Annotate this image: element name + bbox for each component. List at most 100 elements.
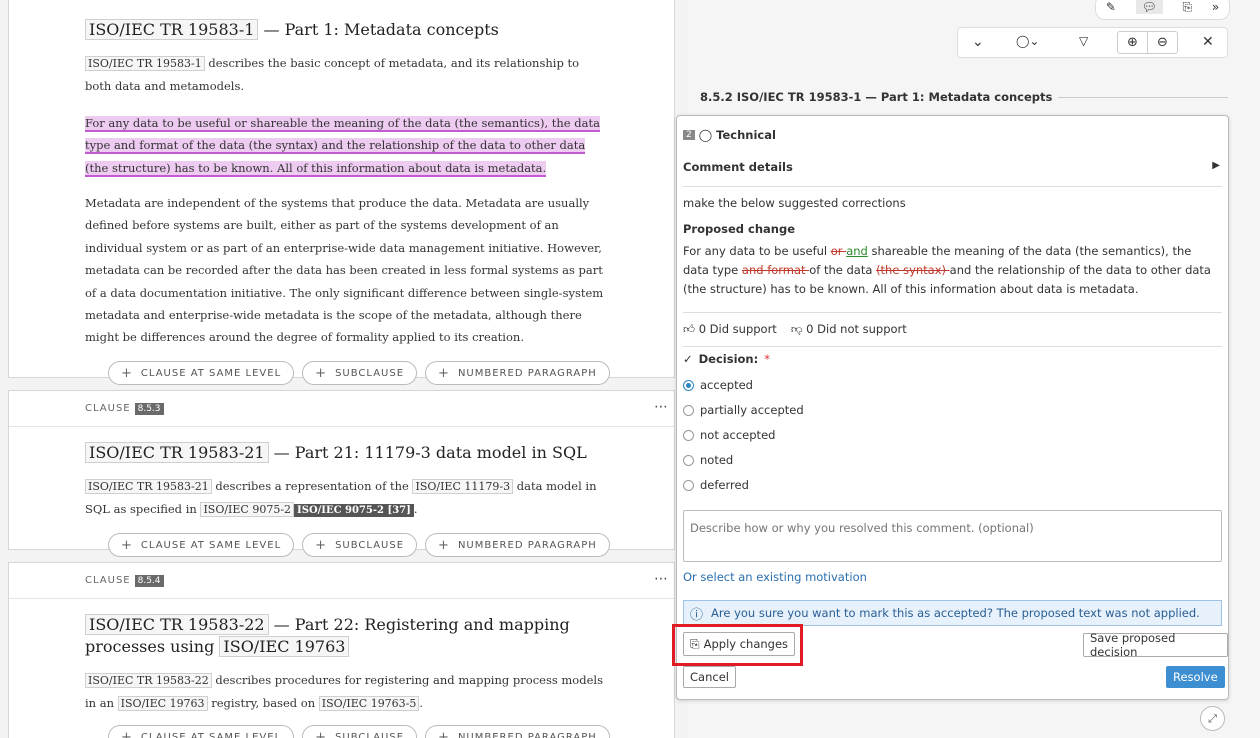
radio-icon [683, 379, 694, 391]
plus-icon: + [438, 537, 450, 553]
cancel-button[interactable]: Cancel [683, 666, 736, 688]
next-comment-icon[interactable]: ⊖ [1147, 32, 1177, 53]
decision-option-not-accepted[interactable]: not accepted [683, 428, 804, 442]
info-icon: ⓘ [690, 607, 704, 623]
highlight-callout [672, 624, 803, 666]
clause-card-8-5-4: CLAUSE 8.5.4 ⋯ ISO/IEC TR 19583-22 — Part… [8, 562, 675, 738]
reference-link[interactable]: ISO/IEC TR 19583-21 [85, 479, 212, 494]
bibliography-reference[interactable]: ISO/IEC 9075-2 [37] [294, 504, 414, 518]
reference-link[interactable]: ISO/IEC TR 19583-1 [85, 19, 259, 40]
radio-icon [683, 479, 694, 491]
panel-mode-switcher: ✎ 💬︎ ⎘ » [1095, 0, 1230, 20]
plus-icon: + [438, 365, 450, 381]
more-options-icon[interactable]: ⋯ [654, 399, 668, 415]
support-row: 👍︎ 0 Did support 👎︎ 0 Did not support [683, 322, 907, 337]
comment-icon[interactable]: 💬︎ [1135, 0, 1163, 14]
proposed-change-text: For any data to be useful or and shareab… [683, 244, 1211, 296]
add-buttons-row: + CLAUSE AT SAME LEVEL + SUBCLAUSE + NUMBER… [108, 361, 610, 385]
decision-options: accepted partially accepted not accepted… [683, 378, 804, 492]
motivation-input[interactable] [683, 510, 1222, 562]
navigate-group: ⊕ ⊖ [1117, 31, 1178, 54]
clause-number: 8.5.4 [134, 574, 164, 587]
plus-icon: + [121, 729, 133, 738]
decision-option-accepted[interactable]: accepted [683, 378, 804, 392]
thumbs-up-icon: 👍︎ [683, 322, 696, 336]
reference-link[interactable]: ISO/IEC 19763 [117, 696, 208, 712]
reference-link[interactable]: ISO/IEC TR 19583-21 [85, 442, 269, 463]
reference-link[interactable]: ISO/IEC 11179-3 [412, 479, 514, 494]
comment-details-toggle[interactable]: Comment details ▶ [683, 160, 1220, 174]
caret-right-icon: ▶ [1212, 160, 1220, 171]
plus-icon: + [315, 729, 328, 738]
add-numbered-paragraph-button[interactable]: + NUMBERED PARAGRAPH [425, 725, 610, 738]
radio-icon [683, 454, 694, 466]
comment-body: make the below suggested corrections [683, 196, 906, 210]
filter-icon[interactable]: ▽ [1079, 34, 1088, 48]
comment-filter-dropdown-icon[interactable]: ◯⌄ [1016, 34, 1039, 48]
radio-icon [683, 404, 694, 416]
decision-option-partially-accepted[interactable]: partially accepted [683, 403, 804, 417]
decision-option-noted[interactable]: noted [683, 453, 804, 467]
did-not-support-button[interactable]: 👎︎ 0 Did not support [791, 322, 907, 337]
save-proposed-decision-button[interactable]: Save proposed decision [1083, 631, 1228, 659]
document-pane: ISO/IEC TR 19583-1 — Part 1: Metadata co… [0, 0, 687, 738]
edit-icon[interactable]: ✎ [1106, 0, 1116, 14]
decision-option-deferred[interactable]: deferred [683, 478, 804, 492]
highlighted-paragraph[interactable]: For any data to be useful or shareable t… [9, 112, 674, 179]
clause-header: CLAUSE 8.5.4 ⋯ [9, 563, 674, 599]
close-icon[interactable]: ✕ [1202, 34, 1214, 50]
clause-card-8-5-3: CLAUSE 8.5.3 ⋯ ISO/IEC TR 19583-21 — Part… [8, 390, 675, 550]
paragraph: Metadata are independent of the systems … [85, 196, 604, 345]
plus-icon: + [438, 729, 450, 738]
add-buttons-row: + CLAUSE AT SAME LEVEL + SUBCLAUSE + NUMBER… [108, 725, 610, 738]
more-options-icon[interactable]: ⋯ [654, 571, 668, 587]
add-subclause-button[interactable]: + SUBCLAUSE [302, 725, 418, 738]
proposed-change-label: Proposed change [683, 222, 795, 236]
paragraph: ISO/IEC TR 19583-22 describes procedures… [85, 673, 603, 712]
reference-link[interactable]: ISO/IEC 9075-2 [200, 502, 295, 518]
comment-card: 2 ◯ Technical Comment details ▶ make the… [676, 115, 1229, 700]
plus-icon: + [121, 537, 133, 553]
unlink-icon[interactable]: ⤢ [1200, 706, 1225, 731]
add-clause-same-level-button[interactable]: + CLAUSE AT SAME LEVEL [108, 361, 295, 385]
plus-icon: + [315, 537, 328, 553]
add-buttons-row: + CLAUSE AT SAME LEVEL + SUBCLAUSE + NUMBER… [108, 533, 610, 557]
add-numbered-paragraph-button[interactable]: + NUMBERED PARAGRAPH [425, 361, 610, 385]
comment-icon: ◯ [698, 128, 713, 142]
reference-link[interactable]: ISO/IEC TR 19583-22 [85, 673, 212, 688]
paragraph: ISO/IEC TR 19583-21 describes a represen… [85, 479, 597, 518]
radio-icon [683, 429, 694, 441]
reference-link[interactable]: ISO/IEC TR 19583-1 [85, 56, 205, 71]
resolve-button[interactable]: Resolve [1166, 666, 1225, 688]
paragraph: ISO/IEC TR 19583-1 describes the basic c… [85, 56, 580, 94]
comment-header: 2 ◯ Technical [683, 128, 776, 142]
clause-card-8-5-2: ISO/IEC TR 19583-1 — Part 1: Metadata co… [8, 0, 675, 378]
clause-header: CLAUSE 8.5.3 ⋯ [9, 391, 674, 427]
reference-link[interactable]: ISO/IEC TR 19583-22 [85, 614, 269, 635]
export-icon[interactable]: ⎘ [1183, 0, 1193, 15]
plus-icon: + [121, 365, 133, 381]
clause-title: ISO/IEC TR 19583-22 — Part 22: Registeri… [85, 614, 570, 657]
reference-link[interactable]: ISO/IEC 19763-5 [318, 696, 420, 712]
add-subclause-button[interactable]: + SUBCLAUSE [302, 361, 418, 385]
clause-title: ISO/IEC TR 19583-21 — Part 21: 11179-3 d… [9, 442, 674, 464]
did-support-button[interactable]: 👍︎ 0 Did support [683, 322, 777, 337]
add-clause-same-level-button[interactable]: + CLAUSE AT SAME LEVEL [108, 533, 295, 557]
comments-toolbar: ⌄ ◯⌄ ▽ ⊕ ⊖ ✕ [957, 27, 1228, 58]
comment-number: 2 [683, 130, 695, 140]
select-motivation-link[interactable]: Or select an existing motivation [683, 570, 867, 584]
collapse-panel-icon[interactable]: » [1212, 0, 1219, 14]
add-subclause-button[interactable]: + SUBCLAUSE [302, 533, 418, 557]
check-icon: ✓ [683, 352, 693, 366]
add-clause-same-level-button[interactable]: + CLAUSE AT SAME LEVEL [108, 725, 295, 738]
reference-link[interactable]: ISO/IEC 19763 [219, 636, 350, 657]
clause-title: ISO/IEC TR 19583-1 — Part 1: Metadata co… [9, 19, 674, 41]
add-numbered-paragraph-button[interactable]: + NUMBERED PARAGRAPH [425, 533, 610, 557]
plus-icon: + [315, 365, 328, 381]
section-heading: 8.5.2 ISO/IEC TR 19583-1 — Part 1: Metad… [700, 90, 1228, 104]
expand-all-icon[interactable]: ⌄ [972, 34, 984, 50]
previous-comment-icon[interactable]: ⊕ [1118, 32, 1147, 53]
decision-label: ✓ Decision: * [683, 352, 770, 366]
comment-type: Technical [716, 128, 776, 142]
thumbs-down-icon: 👎︎ [790, 322, 803, 336]
